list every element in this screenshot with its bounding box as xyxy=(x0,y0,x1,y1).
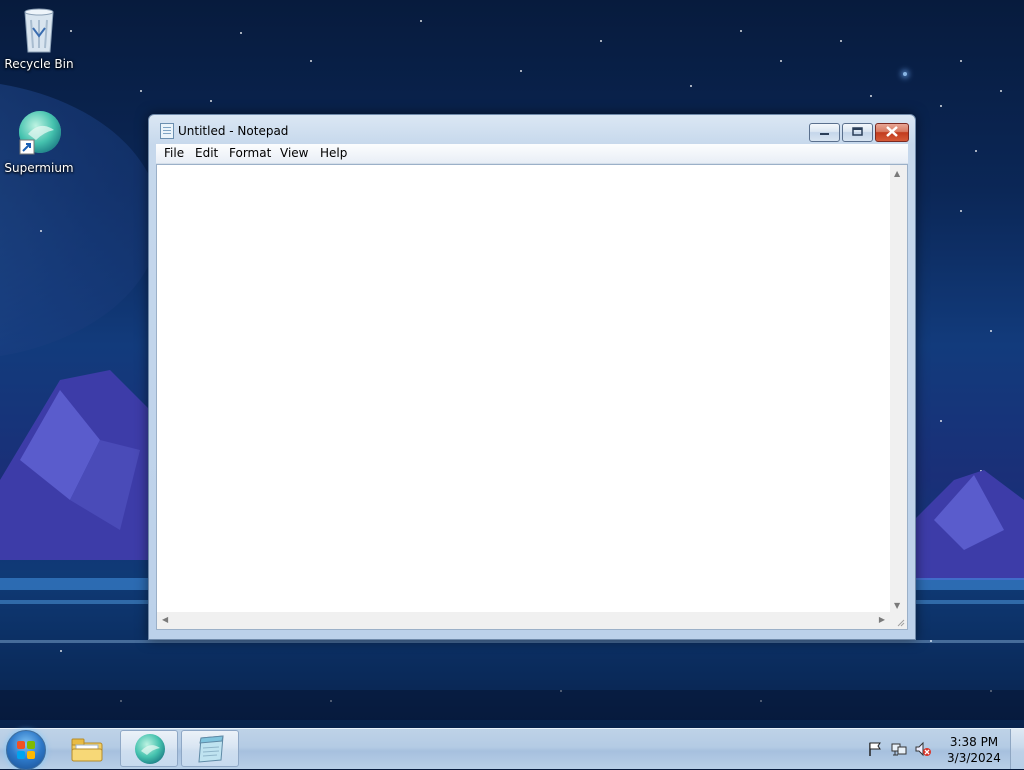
maximize-button[interactable] xyxy=(842,123,873,142)
menu-view[interactable]: View xyxy=(279,146,309,160)
show-desktop-button[interactable] xyxy=(1010,729,1024,769)
recycle-bin-desktop-icon[interactable]: Recycle Bin xyxy=(1,6,77,71)
windows-start-icon xyxy=(17,741,35,759)
editor-frame: ▲ ▼ ◀ ▶ xyxy=(156,164,908,630)
system-clock[interactable]: 3:38 PM 3/3/2024 xyxy=(944,734,1004,766)
minimize-icon xyxy=(820,133,829,135)
notepad-icon xyxy=(198,735,224,763)
restore-icon xyxy=(852,127,863,136)
menu-edit[interactable]: Edit xyxy=(194,146,219,160)
minimize-button[interactable] xyxy=(809,123,840,142)
close-icon xyxy=(886,126,898,137)
notepad-window[interactable]: Untitled - Notepad File Edit Format View… xyxy=(148,114,916,640)
resize-grip-icon[interactable] xyxy=(890,612,907,629)
network-icon[interactable] xyxy=(891,741,907,757)
taskbar: 3:38 PM 3/3/2024 xyxy=(0,728,1024,770)
close-button[interactable] xyxy=(875,123,909,142)
recycle-bin-icon xyxy=(24,8,54,53)
supermium-icon xyxy=(135,734,165,764)
desktop-icon-label: Supermium xyxy=(4,161,74,175)
notepad-icon xyxy=(160,123,174,139)
menu-file[interactable]: File xyxy=(163,146,185,160)
text-editor[interactable] xyxy=(157,165,890,614)
title-bar[interactable]: Untitled - Notepad xyxy=(149,115,915,145)
horizontal-scrollbar[interactable]: ◀ ▶ xyxy=(157,612,890,629)
scroll-up-icon[interactable]: ▲ xyxy=(894,169,900,178)
wallpaper-mountains-right xyxy=(914,470,1024,580)
start-button[interactable] xyxy=(6,730,46,770)
volume-muted-icon[interactable] xyxy=(915,741,931,757)
wallpaper-mountains-left xyxy=(0,370,160,560)
scroll-right-icon[interactable]: ▶ xyxy=(879,615,885,624)
clock-date: 3/3/2024 xyxy=(947,751,1001,765)
scroll-down-icon[interactable]: ▼ xyxy=(894,601,900,610)
taskbar-notepad-button[interactable] xyxy=(181,730,239,767)
menu-format[interactable]: Format xyxy=(228,146,272,160)
action-center-flag-icon[interactable] xyxy=(867,741,883,757)
folder-icon xyxy=(71,738,103,762)
clock-time: 3:38 PM xyxy=(949,735,999,749)
supermium-desktop-icon[interactable]: Supermium xyxy=(1,110,77,175)
menu-bar: File Edit Format View Help xyxy=(156,144,908,164)
supermium-icon xyxy=(19,111,61,155)
scroll-left-icon[interactable]: ◀ xyxy=(162,615,168,624)
menu-help[interactable]: Help xyxy=(319,146,348,160)
taskbar-supermium-button[interactable] xyxy=(120,730,178,767)
window-title: Untitled - Notepad xyxy=(178,124,289,138)
vertical-scrollbar[interactable]: ▲ ▼ xyxy=(890,165,907,614)
taskbar-explorer-button[interactable] xyxy=(58,730,116,767)
desktop-icon-label: Recycle Bin xyxy=(4,57,74,71)
